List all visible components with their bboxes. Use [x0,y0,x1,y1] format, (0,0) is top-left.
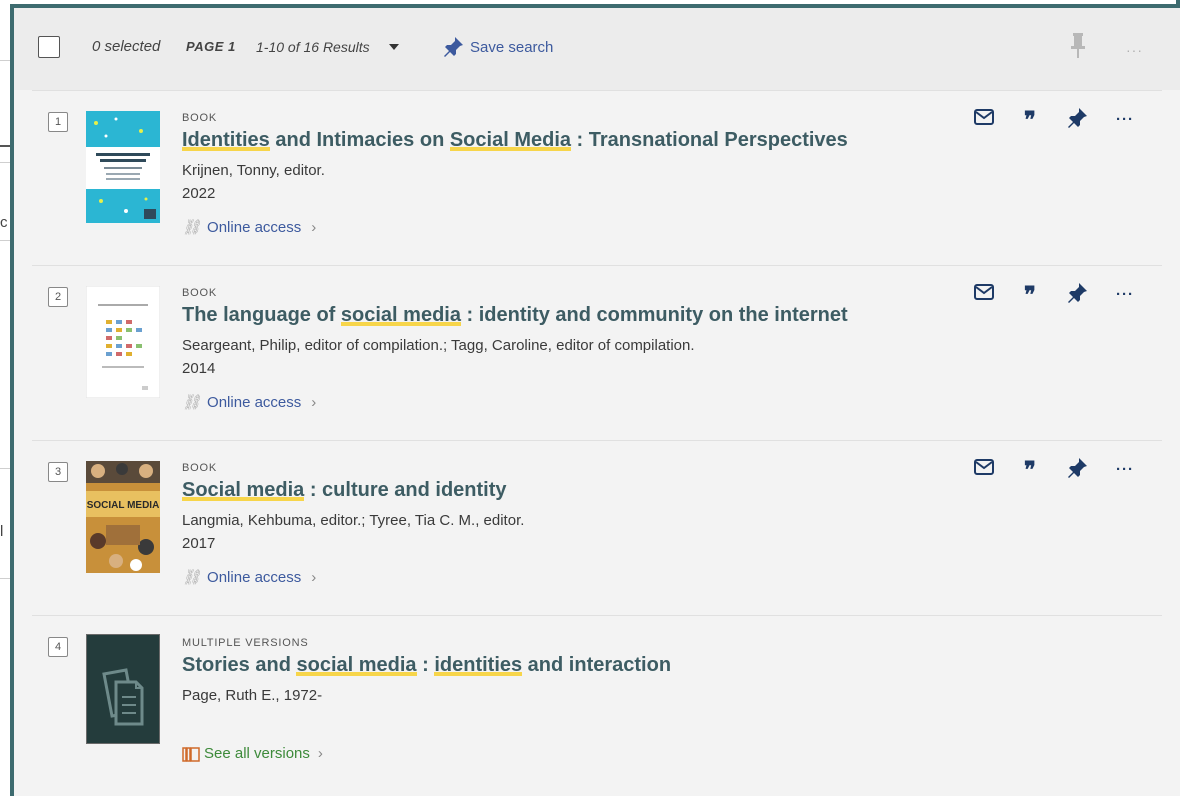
background-divider [0,162,10,163]
link-icon: ⛓ [182,394,202,411]
title-part-highlighted: identities [434,654,523,676]
title-part-highlighted: Social media [182,479,305,501]
result-author: Langmia, Kehbuma, editor.; Tyree, Tia C.… [182,512,525,529]
online-access-label: Online access [207,568,302,586]
result-type: BOOK [182,112,217,124]
cite-quote-icon[interactable]: ❞ [1024,109,1036,131]
results-panel: 0 selected PAGE 1 1-10 of 16 Results Sav… [10,4,1180,796]
result-title[interactable]: Identities and Intimacies on Social Medi… [182,129,848,152]
see-all-versions-link[interactable]: See all versions › [182,745,323,762]
results-toolbar: 0 selected PAGE 1 1-10 of 16 Results Sav… [14,8,1180,90]
more-options-button[interactable]: ··· [1116,111,1134,128]
background-divider [0,60,10,61]
result-item: 2 BOOK The language of social media : id… [32,265,1162,440]
result-actions: ❞ ··· [974,457,1150,481]
background-divider [0,578,10,579]
title-part-highlighted: Identities [182,129,270,151]
title-part: and interaction [522,654,672,676]
chevron-down-icon[interactable] [389,44,399,50]
result-type: BOOK [182,287,217,299]
result-type: BOOK [182,462,217,474]
page-indicator: PAGE 1 [186,39,236,54]
email-icon[interactable] [974,284,994,300]
more-options-button[interactable]: ··· [1126,42,1143,58]
online-access-link[interactable]: ⛓ Online access › [182,393,317,412]
title-part-highlighted: social media [340,304,461,326]
result-item: 4 MULTIPLE VERSIONS Stories and social m… [32,615,1162,792]
versions-icon [182,746,200,762]
book-cover[interactable] [86,286,160,398]
results-range-dropdown[interactable]: 1-10 of 16 Results [256,39,370,55]
result-title[interactable]: Stories and social media : identities an… [182,654,671,677]
result-year: 2014 [182,360,216,377]
title-part-highlighted: Social Media [449,129,571,151]
pin-icon[interactable] [1068,457,1088,479]
result-year: 2017 [182,535,216,552]
result-number[interactable]: 4 [48,637,68,657]
pin-icon[interactable] [1068,107,1088,129]
result-author: Page, Ruth E., 1972- [182,687,323,704]
chevron-right-icon: › [311,393,317,411]
background-text-fragment: c [0,214,8,231]
cite-quote-icon[interactable]: ❞ [1024,459,1036,481]
more-options-button[interactable]: ··· [1116,286,1134,303]
title-part: : [416,654,435,676]
pin-icon[interactable] [1068,282,1088,304]
book-cover[interactable]: SOCIAL MEDIA [86,461,160,573]
result-item: 1 BOOK Identities and Intimacies on Soci… [32,90,1162,265]
link-icon: ⛓ [182,219,202,236]
title-part: and Intimacies on [269,129,450,151]
title-part-highlighted: social media [296,654,417,676]
background-divider [0,468,10,469]
select-all-checkbox[interactable] [38,36,60,58]
see-all-versions-label: See all versions [204,745,310,762]
pin-icon[interactable] [1070,33,1086,64]
cover-title: SOCIAL MEDIA [87,500,160,511]
book-cover[interactable] [86,111,160,223]
online-access-link[interactable]: ⛓ Online access › [182,568,317,587]
email-icon[interactable] [974,109,994,125]
save-search-button[interactable]: Save search [444,36,553,58]
title-part: The language of [182,304,341,326]
background-panel: c l [0,0,12,796]
selected-count: 0 selected [92,38,161,55]
result-actions: ❞ ··· [974,107,1150,131]
result-number[interactable]: 2 [48,287,68,307]
results-list: 1 BOOK Identities and Intimacies on Soci… [32,90,1162,792]
email-icon[interactable] [974,459,994,475]
title-part: : Transnational Perspectives [571,129,848,151]
chevron-right-icon: › [317,745,323,762]
result-year: 2022 [182,185,216,202]
result-number[interactable]: 3 [48,462,68,482]
chevron-right-icon: › [311,218,317,236]
link-icon: ⛓ [182,569,202,586]
result-author: Seargeant, Philip, editor of compilation… [182,337,695,354]
multiple-versions-thumbnail[interactable] [86,634,160,744]
online-access-label: Online access [207,393,302,411]
result-actions: ❞ ··· [974,282,1150,306]
result-title[interactable]: Social media : culture and identity [182,479,507,502]
chevron-right-icon: › [311,568,317,586]
pin-icon [444,37,463,57]
more-options-button[interactable]: ··· [1116,461,1134,478]
result-title[interactable]: The language of social media : identity … [182,304,848,327]
title-part: Stories and [182,654,297,676]
result-author: Krijnen, Tonny, editor. [182,162,325,179]
background-text-fragment: l [0,523,4,540]
result-type: MULTIPLE VERSIONS [182,637,309,649]
background-divider [0,240,10,241]
online-access-link[interactable]: ⛓ Online access › [182,218,317,237]
online-access-label: Online access [207,218,302,236]
save-search-label: Save search [470,38,554,56]
title-part: : culture and identity [304,479,507,501]
result-item: 3 SOCIAL MEDIA BOOK Social media : cultu… [32,440,1162,615]
title-part: : identity and community on the internet [460,304,848,326]
cite-quote-icon[interactable]: ❞ [1024,284,1036,306]
result-number[interactable]: 1 [48,112,68,132]
